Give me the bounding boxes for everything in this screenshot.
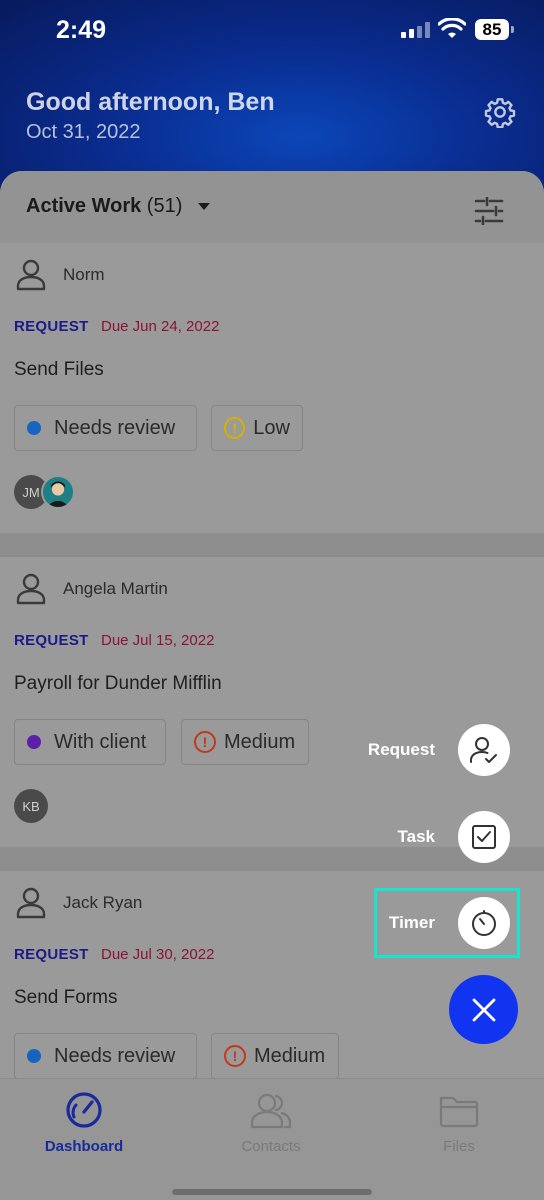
timer-icon (472, 910, 496, 936)
tab-bar: Dashboard Contacts Files (0, 1078, 544, 1200)
client-name: Norm (63, 265, 105, 284)
timer-button[interactable] (458, 897, 510, 949)
fab-request-label: Request (367, 740, 435, 759)
work-type: REQUEST (14, 632, 89, 649)
work-card[interactable]: Angela Martin REQUEST Due Jul 15, 2022 P… (0, 557, 544, 847)
priority-badge[interactable]: ! Low (211, 405, 303, 451)
list-header: Active Work (51) (0, 171, 544, 243)
contacts-icon (250, 1093, 292, 1129)
status-label: Needs review (54, 416, 176, 439)
status-badge[interactable]: Needs review (14, 405, 197, 451)
close-fab-button[interactable] (449, 975, 518, 1044)
priority-badge[interactable]: ! Medium (181, 719, 309, 765)
gear-icon[interactable] (484, 96, 516, 128)
status-bar: 2:49 85 (0, 0, 544, 60)
fab-task-row[interactable]: Task (340, 811, 510, 863)
wifi-icon (438, 18, 466, 38)
avatar: KB (14, 789, 48, 823)
tab-dashboard-label: Dashboard (44, 1138, 124, 1155)
client-name: Jack Ryan (63, 893, 143, 912)
chevron-down-icon (197, 203, 210, 211)
status-label: Needs review (54, 1044, 176, 1067)
work-type: REQUEST (14, 318, 89, 335)
current-date: Oct 31, 2022 (26, 121, 141, 143)
checkbox-icon (472, 825, 496, 849)
alert-icon: ! (224, 1045, 246, 1067)
status-dot (27, 421, 41, 435)
task-button[interactable] (458, 811, 510, 863)
person-icon (16, 573, 46, 605)
due-date: Due Jun 24, 2022 (101, 318, 220, 335)
status-label: With client (54, 730, 147, 753)
tab-contacts[interactable]: Contacts (196, 1091, 346, 1155)
tab-files[interactable]: Files (384, 1091, 534, 1155)
speedometer-icon (66, 1092, 102, 1128)
active-work-dropdown[interactable]: Active Work (51) (26, 195, 210, 218)
priority-label: Medium (254, 1044, 326, 1067)
status-dot (27, 735, 41, 749)
work-sheet: Active Work (51) Norm REQUEST Due Jun 24… (0, 171, 544, 1200)
battery-icon: 85 (475, 19, 509, 40)
due-date: Due Jul 15, 2022 (101, 632, 215, 649)
active-work-label: Active Work (26, 195, 142, 217)
active-work-count: (51) (146, 195, 183, 217)
card-divider (0, 533, 544, 555)
person-icon (16, 259, 46, 291)
battery-tip (511, 26, 514, 33)
work-card[interactable]: Norm REQUEST Due Jun 24, 2022 Send Files… (0, 243, 544, 533)
home-indicator (172, 1189, 372, 1195)
client-name: Angela Martin (63, 579, 168, 598)
greeting-title: Good afternoon, Ben (26, 88, 275, 116)
status-dot (27, 1049, 41, 1063)
fab-request-row[interactable]: Request (340, 724, 510, 776)
tab-files-label: Files (443, 1138, 475, 1155)
fab-task-label: Task (397, 827, 436, 846)
avatar-photo-icon (46, 481, 70, 507)
signal-icon (401, 22, 430, 38)
fab-timer-row[interactable]: Timer (340, 897, 510, 949)
work-type: REQUEST (14, 946, 89, 963)
folder-icon (439, 1096, 479, 1128)
request-button[interactable] (458, 724, 510, 776)
person-icon (16, 887, 46, 919)
tab-dashboard[interactable]: Dashboard (9, 1091, 159, 1155)
due-date: Due Jul 30, 2022 (101, 946, 215, 963)
sliders-icon[interactable] (474, 197, 504, 225)
priority-label: Medium (224, 730, 296, 753)
alert-icon: ! (224, 417, 246, 439)
avatar (41, 475, 75, 509)
priority-badge[interactable]: ! Medium (211, 1033, 339, 1079)
alert-icon: ! (194, 731, 216, 753)
status-badge[interactable]: With client (14, 719, 166, 765)
tab-contacts-label: Contacts (241, 1138, 301, 1155)
priority-label: Low (253, 416, 290, 439)
work-title: Payroll for Dunder Mifflin (14, 673, 222, 694)
work-title: Send Files (14, 359, 104, 380)
work-title: Send Forms (14, 987, 118, 1008)
person-check-icon (470, 737, 497, 763)
status-time: 2:49 (56, 16, 107, 44)
status-badge[interactable]: Needs review (14, 1033, 197, 1079)
close-icon (472, 998, 495, 1021)
fab-timer-label: Timer (389, 913, 435, 932)
